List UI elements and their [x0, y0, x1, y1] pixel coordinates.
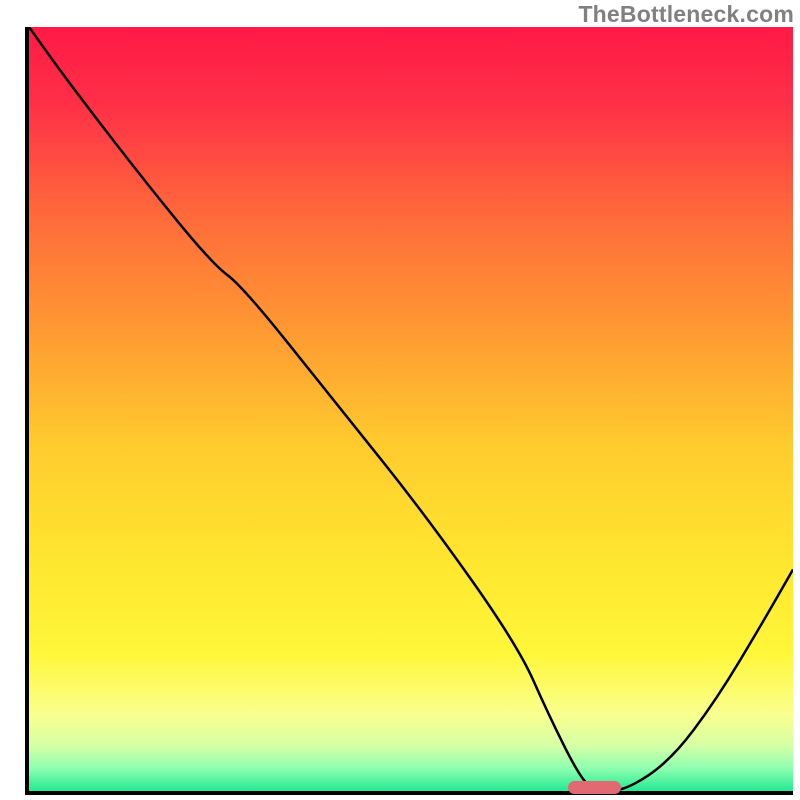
bottleneck-curve — [29, 27, 793, 791]
chart-plot-area — [25, 27, 793, 795]
chart-container: TheBottleneck.com — [0, 0, 800, 800]
sweet-spot-marker — [568, 781, 621, 794]
watermark-text: TheBottleneck.com — [578, 1, 794, 28]
